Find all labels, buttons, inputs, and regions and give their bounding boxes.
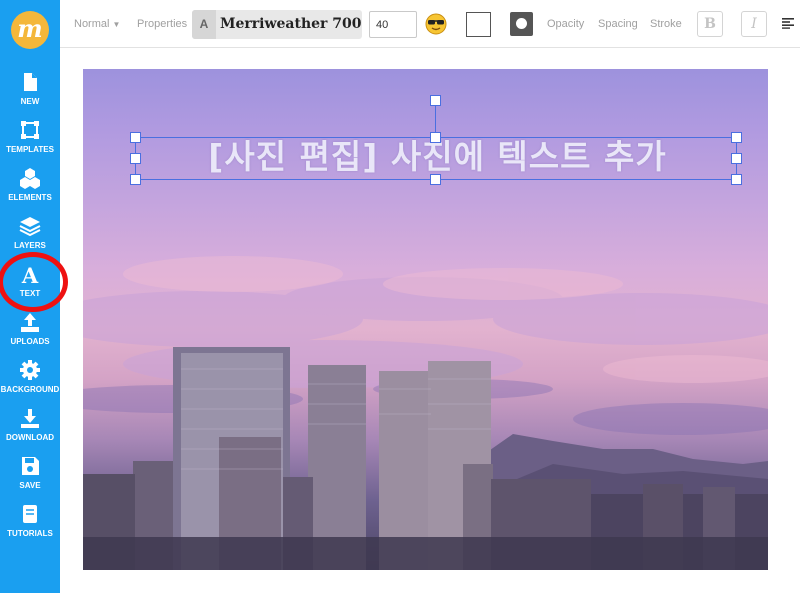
sidebar-item-new[interactable]: NEW	[0, 71, 60, 117]
floppy-icon	[22, 457, 39, 475]
resize-handle-top-left[interactable]	[130, 132, 141, 143]
text-style-label: Normal	[74, 18, 110, 30]
sidebar-item-templates[interactable]: TEMPLATES	[0, 119, 60, 165]
app-logo[interactable]: m	[11, 11, 49, 49]
text-tool-highlight-circle	[0, 252, 68, 312]
resize-handle-bottom-right[interactable]	[731, 174, 742, 185]
align-left-icon[interactable]	[782, 17, 794, 29]
sidebar-item-background[interactable]: BACKGROUND	[0, 359, 60, 405]
opacity-button[interactable]: Opacity	[547, 0, 584, 48]
upload-icon	[21, 313, 39, 332]
layers-icon	[19, 217, 41, 237]
sidebar-item-label: TUTORIALS	[7, 529, 53, 538]
resize-handle-bottom-left[interactable]	[130, 174, 141, 185]
spacing-button[interactable]: Spacing	[598, 0, 638, 48]
properties-button[interactable]: Properties	[137, 0, 187, 48]
templates-icon	[21, 121, 39, 139]
gear-icon	[20, 360, 40, 380]
resize-handle-bottom[interactable]	[430, 174, 441, 185]
sidebar-item-label: SAVE	[19, 481, 41, 490]
italic-button[interactable]: I	[741, 11, 767, 37]
sidebar-item-label: UPLOADS	[10, 337, 50, 346]
resize-handle-top-right[interactable]	[731, 132, 742, 143]
bold-button[interactable]: B	[697, 11, 723, 37]
sidebar-item-label: BACKGROUND	[0, 385, 60, 394]
rotate-handle[interactable]	[430, 95, 441, 106]
sidebar-item-label: LAYERS	[14, 241, 46, 250]
stroke-button[interactable]: Stroke	[650, 0, 682, 48]
sidebar-item-uploads[interactable]: UPLOADS	[0, 311, 60, 357]
font-icon: A	[192, 10, 216, 39]
text-effect-button[interactable]	[510, 12, 533, 36]
sunglasses-emoji-icon[interactable]	[425, 13, 447, 35]
sidebar-item-label: ELEMENTS	[8, 193, 52, 202]
book-icon	[23, 505, 37, 523]
font-picker[interactable]: A Merriweather 700	[192, 10, 362, 39]
text-color-swatch[interactable]	[466, 12, 491, 37]
sidebar-item-download[interactable]: DOWNLOAD	[0, 407, 60, 453]
caret-down-icon: ▼	[112, 20, 121, 29]
resize-handle-top[interactable]	[430, 132, 441, 143]
sidebar-item-elements[interactable]: ELEMENTS	[0, 167, 60, 213]
download-icon	[21, 409, 39, 428]
resize-handle-left[interactable]	[130, 153, 141, 164]
font-size-input[interactable]	[369, 11, 417, 38]
sidebar-item-tutorials[interactable]: TUTORIALS	[0, 503, 60, 549]
sidebar-item-save[interactable]: SAVE	[0, 455, 60, 501]
resize-handle-right[interactable]	[731, 153, 742, 164]
sidebar-item-label: DOWNLOAD	[6, 433, 54, 442]
sidebar-item-label: TEMPLATES	[6, 145, 54, 154]
shapes-icon	[20, 168, 40, 189]
file-icon	[24, 73, 37, 91]
sidebar-item-label: NEW	[20, 97, 40, 106]
font-name: Merriweather 700	[220, 16, 362, 32]
toolbar: Normal ▼ Properties A Merriweather 700 O…	[60, 0, 800, 48]
text-style-dropdown[interactable]: Normal ▼	[74, 0, 120, 48]
